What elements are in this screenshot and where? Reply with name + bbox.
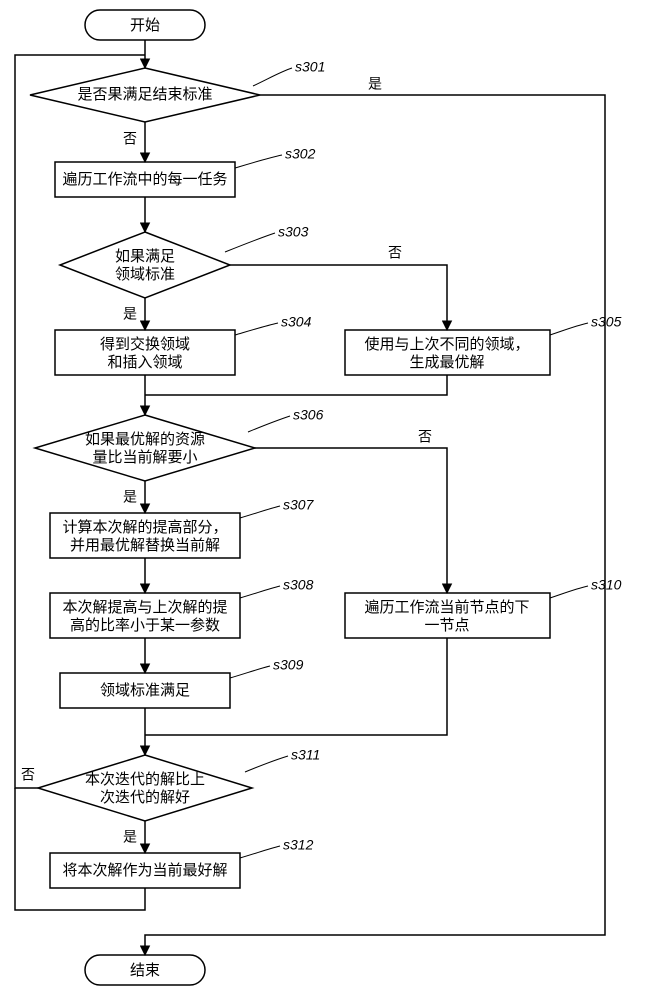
s303-no-label: 否 [388, 245, 402, 261]
s311-label: s311 [291, 747, 320, 763]
s312-process: 将本次解作为当前最好解 [50, 853, 240, 888]
s311-no-label: 否 [21, 767, 35, 783]
s306-decision: 如果最优解的资源 量比当前解要小 [35, 415, 255, 481]
s301-text: 是否果满足结束标准 [77, 86, 212, 103]
s307-text-l1: 计算本次解的提高部分， [62, 518, 227, 536]
s309-text: 领域标准满足 [100, 682, 190, 699]
s305-text-l1: 使用与上次不同的领域， [364, 336, 529, 353]
s304-label: s304 [281, 314, 312, 330]
end-terminal: 结束 [85, 955, 205, 985]
s306-label: s306 [293, 407, 324, 423]
s308-process: 本次解提高与上次解的提 高的比率小于某一参数 [50, 593, 240, 638]
s303-label: s303 [278, 224, 309, 240]
s310-label: s310 [591, 577, 622, 593]
s309-label: s309 [273, 657, 304, 673]
s301-no-label: 否 [123, 131, 137, 147]
s309-process: 领域标准满足 [60, 673, 230, 708]
flowchart: 开始 是否果满足结束标准 s301 遍历工作流中的每一任务 s302 如果满足 … [0, 0, 645, 1000]
s302-label: s302 [285, 146, 316, 162]
s302-process: 遍历工作流中的每一任务 [55, 162, 235, 197]
s301-yes-label: 是 [368, 76, 382, 92]
s303-yes-label: 是 [123, 306, 137, 322]
s305-process: 使用与上次不同的领域， 生成最优解 [345, 330, 550, 375]
s303-text-l2: 领域标准 [115, 266, 175, 283]
s306-text-l1: 如果最优解的资源 [85, 431, 205, 448]
s306-text-l2: 量比当前解要小 [92, 449, 197, 466]
s308-text-l1: 本次解提高与上次解的提 [62, 599, 227, 616]
s310-process: 遍历工作流当前节点的下 一节点 [345, 593, 550, 638]
start-label: 开始 [130, 17, 160, 34]
s311-text-l2: 次迭代的解好 [100, 789, 190, 806]
s312-text: 将本次解作为当前最好解 [62, 862, 227, 879]
s307-text-l2: 并用最优解替换当前解 [70, 537, 220, 554]
s311-decision: 本次迭代的解比上 次迭代的解好 [38, 755, 252, 821]
start-terminal: 开始 [85, 10, 205, 40]
s305-label: s305 [591, 314, 622, 330]
s311-text-l1: 本次迭代的解比上 [85, 771, 205, 788]
end-label: 结束 [130, 962, 160, 979]
s305-text-l2: 生成最优解 [409, 354, 484, 371]
s310-text-l2: 一节点 [424, 617, 469, 634]
s301-label: s301 [295, 59, 325, 75]
s310-text-l1: 遍历工作流当前节点的下 [364, 599, 529, 616]
s312-label: s312 [283, 837, 314, 853]
s304-text-l1: 得到交换领域 [100, 335, 190, 353]
s304-process: 得到交换领域 和插入领域 [55, 330, 235, 375]
s304-text-l2: 和插入领域 [107, 354, 182, 371]
s308-text-l2: 高的比率小于某一参数 [70, 617, 220, 634]
s311-yes-label: 是 [123, 829, 137, 845]
s302-text: 遍历工作流中的每一任务 [62, 171, 227, 188]
s306-no-label: 否 [418, 429, 432, 445]
s307-label: s307 [283, 497, 315, 513]
s303-decision: 如果满足 领域标准 [60, 232, 230, 298]
s308-label: s308 [283, 577, 314, 593]
s303-text-l1: 如果满足 [115, 248, 175, 265]
s307-process: 计算本次解的提高部分， 并用最优解替换当前解 [50, 513, 240, 558]
s306-yes-label: 是 [123, 489, 137, 505]
s301-decision: 是否果满足结束标准 [30, 68, 260, 122]
